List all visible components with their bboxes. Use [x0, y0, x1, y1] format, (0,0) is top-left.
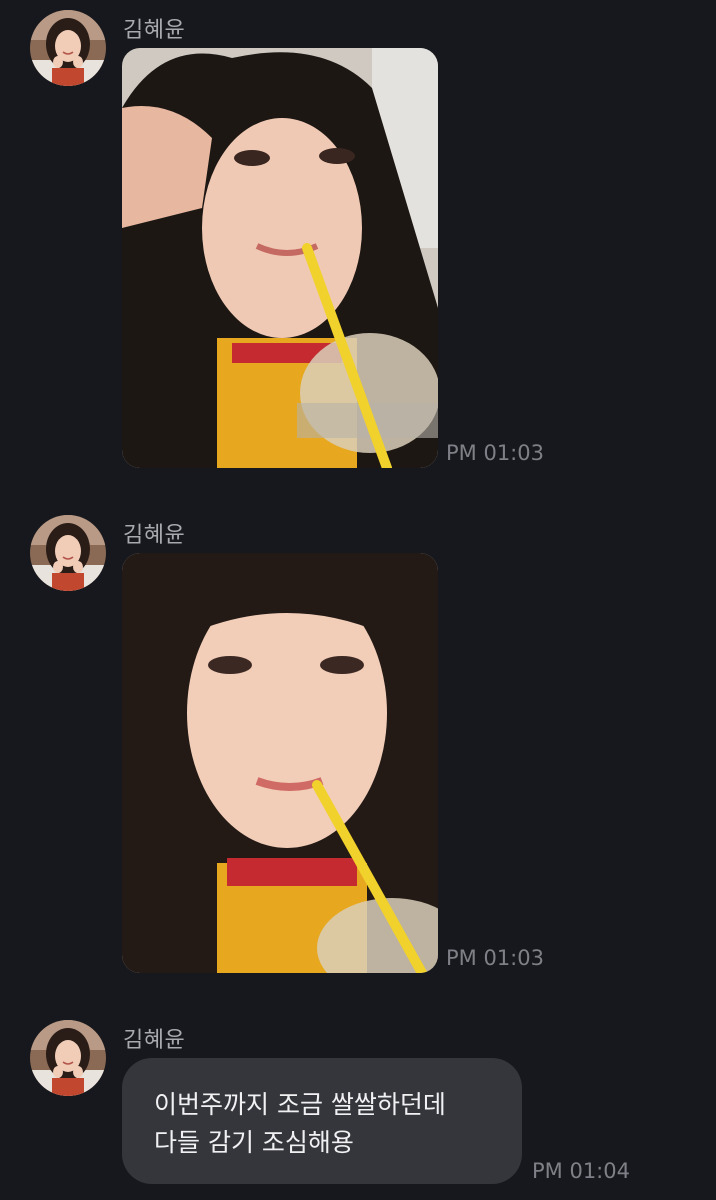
profile-avatar[interactable] — [30, 1020, 106, 1096]
timestamp: PM 01:04 — [532, 1159, 630, 1183]
sender-name: 김혜윤 — [123, 523, 186, 548]
photo-message[interactable] — [122, 553, 438, 973]
sender-name: 김혜윤 — [123, 1028, 186, 1053]
text-message-bubble[interactable]: 이번주까지 조금 쌀쌀하던데 다들 감기 조심해용 — [122, 1058, 522, 1184]
profile-avatar[interactable] — [30, 10, 106, 86]
photo-message[interactable] — [122, 48, 438, 468]
sender-name: 김혜윤 — [123, 18, 186, 43]
selfie-photo-icon — [122, 553, 438, 973]
timestamp: PM 01:03 — [446, 946, 544, 970]
message-text-line-2: 다들 감기 조심해용 — [154, 1128, 354, 1157]
selfie-photo-icon — [122, 48, 438, 468]
message-text-line-1: 이번주까지 조금 쌀쌀하던데 — [154, 1090, 446, 1119]
timestamp: PM 01:03 — [446, 441, 544, 465]
profile-avatar[interactable] — [30, 515, 106, 591]
